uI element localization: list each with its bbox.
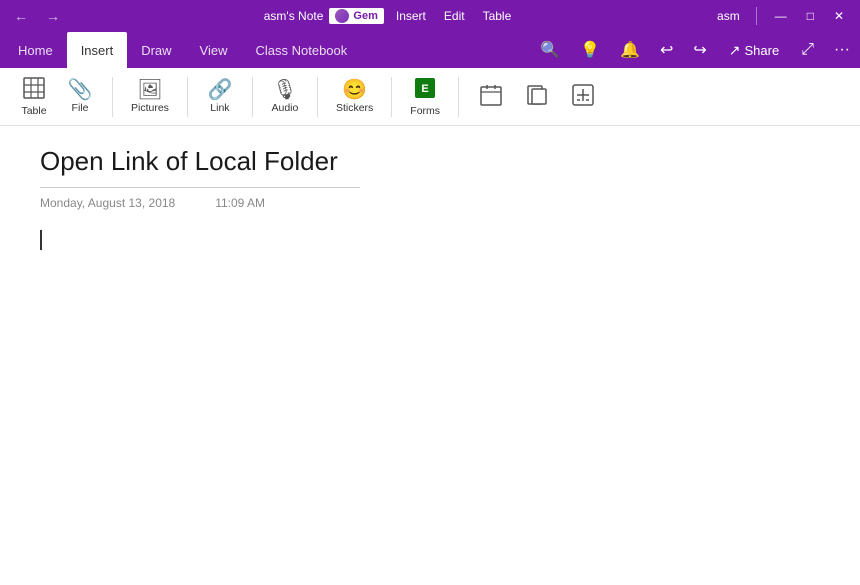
toolbar-group-pictures: 🖼 Pictures [119,72,181,122]
content-area[interactable]: Open Link of Local Folder Monday, August… [0,126,860,585]
maximize-button[interactable]: □ [799,7,822,25]
pictures-button[interactable]: 🖼 Pictures [123,72,177,122]
stickers-icon: 😊 [342,80,367,100]
tab-insert[interactable]: Insert [67,32,128,68]
stickers-label: Stickers [336,102,373,114]
tab-home[interactable]: Home [4,32,67,68]
lightbulb-button[interactable]: 💡 [574,36,606,64]
bell-button[interactable]: 🔔 [614,36,646,64]
note-meta: Monday, August 13, 2018 11:09 AM [40,196,820,210]
pictures-icon: 🖼 [137,80,162,100]
forward-button[interactable]: → [40,6,66,26]
link-icon: 🔗 [207,80,232,100]
back-button[interactable]: ← [8,6,34,26]
ribbon-tabs-right: 🔍 💡 🔔 ↩ ↪ ↗ Share ⤢ ··· [534,36,856,64]
note-time: 11:09 AM [215,196,265,210]
share-label: Share [745,43,780,58]
text-cursor [40,230,42,250]
toolbar-group-audio: 🎙 Audio [259,72,311,122]
pages-button[interactable] [515,72,559,122]
menu-items: Insert Edit Table [388,7,519,25]
minimize-button[interactable]: — [767,7,795,25]
ribbon-toolbar: Table 📎 File 🖼 Pictures 🔗 Link 🎙 Audio 😊 [0,68,860,126]
more-button[interactable]: ··· [828,37,856,63]
toolbar-group-table: Table 📎 File [8,72,106,122]
menu-insert[interactable]: Insert [388,7,434,25]
divider-4 [317,77,318,117]
toolbar-group-stickers: 😊 Stickers [324,72,385,122]
tab-draw[interactable]: Draw [127,32,185,68]
menu-edit[interactable]: Edit [436,7,473,25]
stickers-button[interactable]: 😊 Stickers [328,72,381,122]
share-button[interactable]: ↗ Share [721,38,787,63]
link-button[interactable]: 🔗 Link [198,72,242,122]
divider-2 [187,77,188,117]
expand-button[interactable]: ⤢ [795,37,820,63]
close-button[interactable]: ✕ [826,7,852,25]
audio-button[interactable]: 🎙 Audio [263,72,307,122]
file-icon: 📎 [68,80,93,100]
pictures-label: Pictures [131,102,169,114]
tab-view[interactable]: View [186,32,242,68]
calendar-button[interactable] [469,72,513,122]
file-button[interactable]: 📎 File [58,72,102,122]
note-title: Open Link of Local Folder [40,146,360,188]
math-icon [572,84,594,110]
table-icon [23,77,45,103]
search-button[interactable]: 🔍 [534,36,566,64]
forms-label: Forms [410,105,440,117]
title-bar-left: ← → [8,6,66,26]
menu-table[interactable]: Table [475,7,520,25]
toolbar-group-link: 🔗 Link [194,72,246,122]
redo-button[interactable]: ↪ [687,36,712,64]
divider-5 [391,77,392,117]
math-button[interactable] [561,72,605,122]
title-bar-right: asm — □ ✕ [717,7,852,25]
undo-button[interactable]: ↩ [654,36,679,64]
table-button[interactable]: Table [12,72,56,122]
title-divider [756,7,757,25]
ribbon-tabs-bar: Home Insert Draw View Class Notebook 🔍 💡… [0,32,860,68]
note-date: Monday, August 13, 2018 [40,196,175,210]
title-bar-center: asm's Note Gem Insert Edit Table [66,7,717,25]
gem-label: Gem [353,10,377,22]
forms-icon: E [414,77,436,103]
table-label: Table [21,105,46,117]
divider-6 [458,77,459,117]
note-title-label: asm's Note [264,9,324,23]
divider-1 [112,77,113,117]
gem-icon [335,9,349,23]
calendar-icon [480,84,502,110]
title-bar: ← → asm's Note Gem Insert Edit Table asm… [0,0,860,32]
audio-label: Audio [272,102,299,114]
svg-text:E: E [421,83,428,95]
share-icon: ↗ [729,42,741,59]
user-name: asm [717,9,740,23]
forms-button[interactable]: E Forms [402,72,448,122]
tab-class-notebook[interactable]: Class Notebook [242,32,362,68]
gem-menu[interactable]: Gem [329,8,383,24]
file-label: File [72,102,89,114]
link-label: Link [210,102,229,114]
toolbar-group-forms: E Forms [398,72,452,122]
pages-icon [526,84,548,110]
audio-icon: 🎙 [272,80,297,100]
toolbar-group-misc [465,72,609,122]
divider-3 [252,77,253,117]
